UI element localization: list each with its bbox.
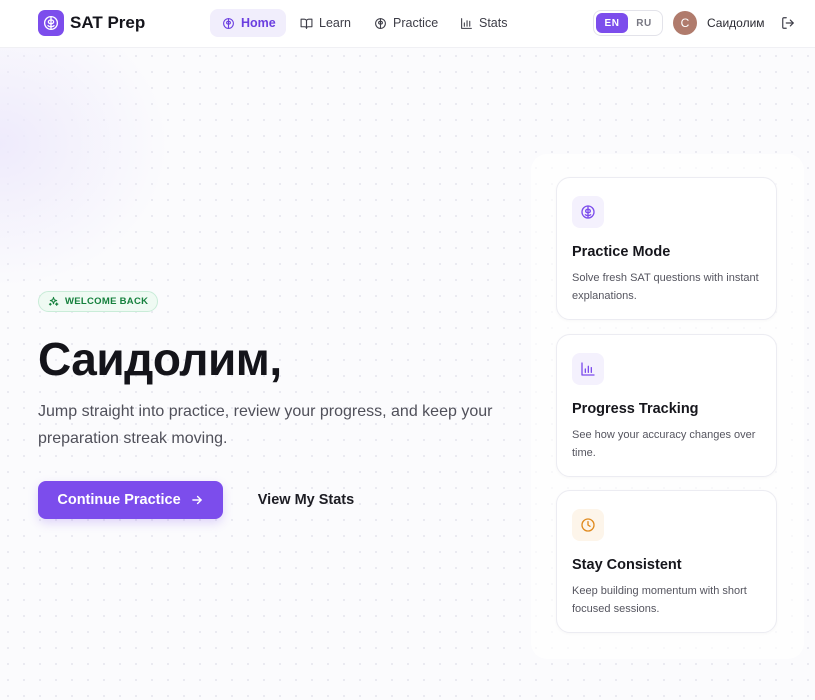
brain-icon [38,10,64,36]
bar-chart-icon [461,17,472,29]
clock-icon [572,509,604,541]
sparkles-icon [48,296,59,306]
background-glow [0,48,170,288]
nav-item-label: Learn [319,16,351,30]
feature-card-progress[interactable]: Progress Tracking See how your accuracy … [556,334,777,477]
language-switcher: EN RU [593,10,663,36]
feature-description: See how your accuracy changes over time. [572,429,756,459]
view-stats-button[interactable]: View My Stats [244,481,368,519]
welcome-badge: WELCOME BACK [38,291,159,312]
brand-name: SAT Prep [70,13,146,32]
nav-item-label: Practice [393,16,439,30]
badge-label: WELCOME BACK [65,296,149,307]
nav-item-learn[interactable]: Learn [288,9,361,37]
hero-subtitle: Jump straight into practice, review your… [38,403,493,447]
feature-description: Solve fresh SAT questions with instant e… [572,272,759,302]
feature-description: Keep building momentum with short focuse… [572,585,747,615]
arrow-right-icon [191,495,202,505]
avatar[interactable]: С [673,11,697,35]
book-icon [300,18,313,29]
nav-item-label: Home [241,16,276,30]
nav-item-practice[interactable]: Practice [362,9,448,37]
brain-icon [572,196,604,228]
page-title: Саидолим, [38,333,282,385]
top-navbar: SAT Prep Home Learn Practice Stats EN RU… [0,0,815,48]
nav-item-stats[interactable]: Stats [448,9,518,37]
feature-card-practice[interactable]: Practice Mode Solve fresh SAT questions … [556,177,777,320]
feature-title: Progress Tracking [572,401,699,417]
continue-practice-button[interactable]: Continue Practice [38,481,223,519]
brain-icon [375,17,386,29]
lang-option-ru[interactable]: RU [628,13,660,33]
feature-title: Practice Mode [572,244,671,260]
nav-item-label: Stats [479,16,508,30]
feature-card-consistent[interactable]: Stay Consistent Keep building momentum w… [556,490,777,633]
logout-icon[interactable] [781,16,795,30]
feature-title: Stay Consistent [572,557,682,573]
nav-item-home[interactable]: Home [210,9,286,37]
brain-icon [223,17,234,29]
user-name: Саидолим [707,16,765,30]
brand[interactable]: SAT Prep [38,10,145,36]
lang-option-en[interactable]: EN [596,13,628,33]
bar-chart-icon [572,353,604,385]
button-label: Continue Practice [57,492,181,508]
